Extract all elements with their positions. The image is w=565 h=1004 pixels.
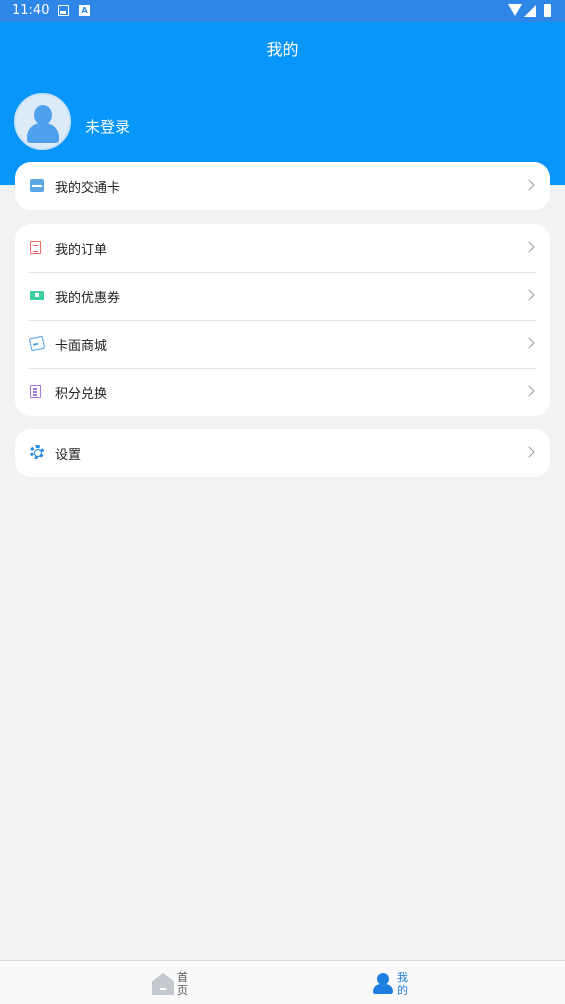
tab-label: 我的 (397, 971, 408, 997)
menu-item-settings[interactable]: 设置 (15, 429, 550, 477)
chevron-right-icon (523, 337, 535, 349)
menu-item-label: 积分兑换 (55, 387, 108, 402)
wifi-icon (508, 4, 522, 16)
status-time: 11:40 (12, 3, 50, 18)
chevron-right-icon (523, 446, 535, 458)
menu-item-label: 我的优惠券 (55, 291, 121, 306)
chevron-right-icon (523, 385, 535, 397)
menu-item-label: 设置 (55, 448, 82, 463)
settings-section: 设置 (15, 429, 550, 477)
card-shop-icon (28, 335, 46, 352)
signal-icon (524, 5, 536, 17)
transit-card-section: 我的交通卡 (15, 162, 550, 210)
chevron-right-icon (523, 289, 535, 301)
tab-label: 首页 (177, 971, 188, 997)
menu-item-coupons[interactable]: 我的优惠券 (15, 272, 550, 320)
chevron-right-icon (523, 179, 535, 191)
menu-item-label: 卡面商城 (55, 339, 108, 354)
gear-icon (30, 445, 44, 459)
points-exchange-icon (30, 385, 41, 398)
profile-icon (372, 973, 394, 995)
home-icon (152, 973, 174, 995)
menu-item-label: 我的交通卡 (55, 181, 121, 196)
tab-profile[interactable]: 我的 (372, 961, 492, 1004)
order-icon (30, 241, 41, 254)
battery-icon (544, 4, 551, 17)
menu-item-label: 我的订单 (55, 243, 108, 258)
menu-item-card-shop[interactable]: 卡面商城 (15, 320, 550, 368)
avatar-head (34, 105, 52, 125)
image-icon (58, 5, 69, 16)
menu-item-orders[interactable]: 我的订单 (15, 224, 550, 272)
a-icon: A (79, 5, 90, 16)
coupon-icon (30, 291, 44, 300)
menu-item-transit-card[interactable]: 我的交通卡 (15, 162, 550, 210)
page-title: 我的 (266, 40, 299, 59)
services-section: 我的订单 我的优惠券 卡面商城 积分兑换 (15, 224, 550, 416)
menu-item-points-exchange[interactable]: 积分兑换 (15, 368, 550, 416)
bottom-tab-bar: 首页 我的 (0, 960, 565, 1004)
tab-home[interactable]: 首页 (152, 961, 272, 1004)
chevron-right-icon (523, 241, 535, 253)
user-avatar-icon[interactable] (14, 93, 71, 150)
status-bar: 11:40 A (0, 0, 565, 22)
avatar-body (27, 123, 59, 143)
profile-header: 我的 未登录 (0, 22, 565, 185)
login-status-label[interactable]: 未登录 (85, 116, 130, 137)
transit-card-icon (30, 179, 44, 192)
